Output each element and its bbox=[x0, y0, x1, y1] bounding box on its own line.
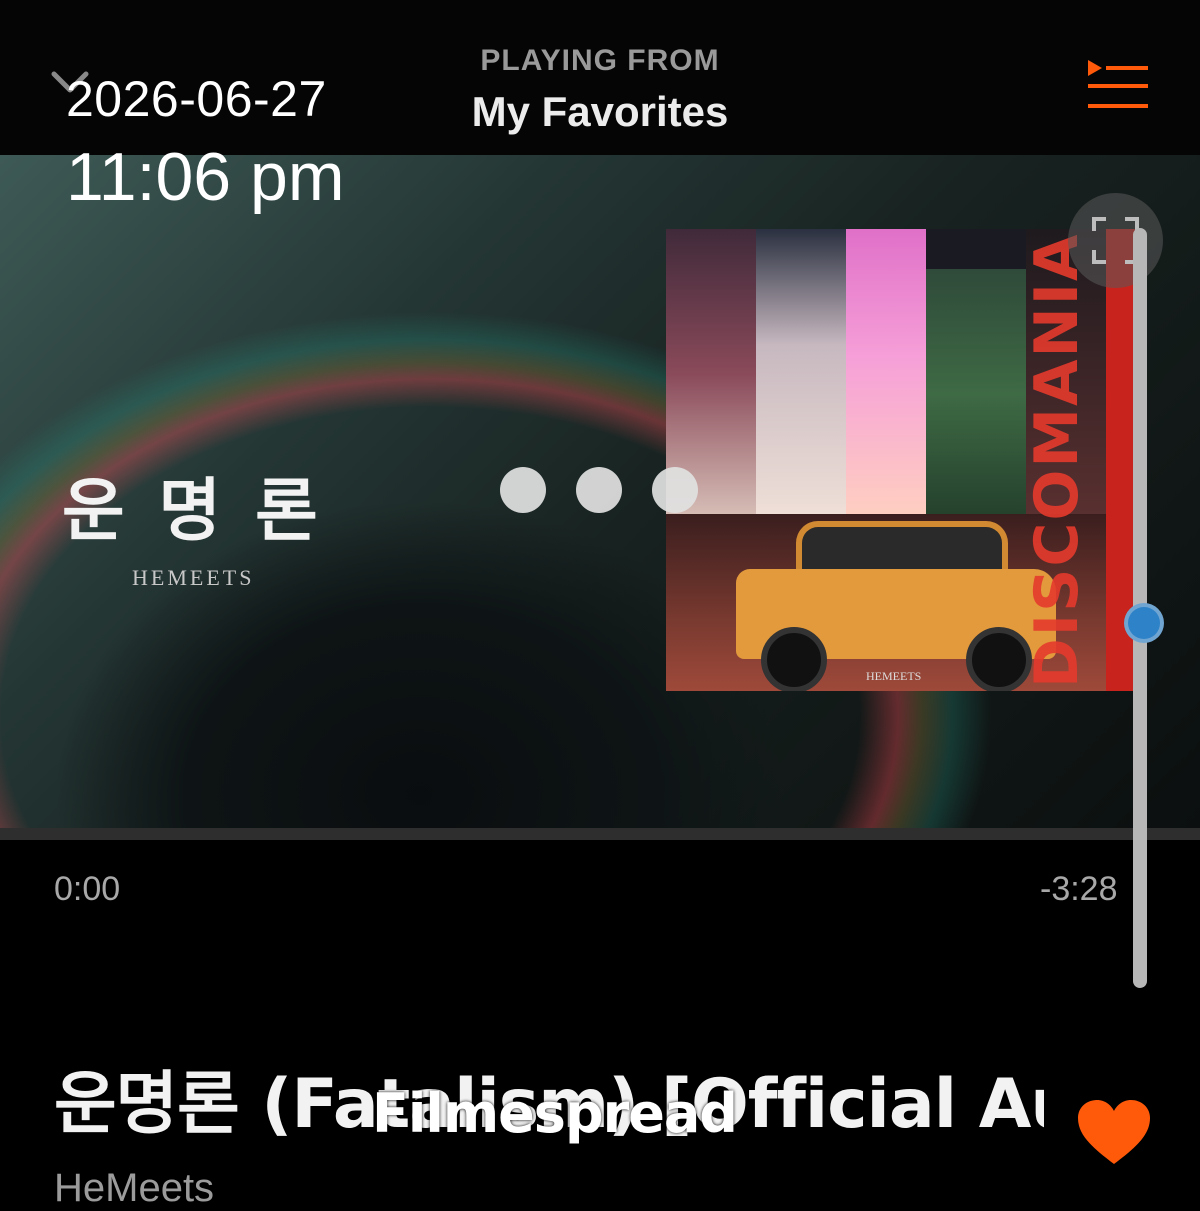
queue-icon[interactable] bbox=[1086, 58, 1150, 112]
watermark-text: Filmespread bbox=[372, 1082, 738, 1145]
volume-slider-thumb[interactable] bbox=[1124, 603, 1164, 643]
elapsed-time: 0:00 bbox=[54, 870, 121, 908]
album-vertical-text: DISCOMANIA bbox=[1022, 232, 1092, 688]
fullscreen-button[interactable] bbox=[1068, 193, 1163, 288]
track-artist[interactable]: HeMeets bbox=[54, 1166, 214, 1211]
music-video-artwork[interactable]: 운명론 HEMEETS DISCOMANIA HEMEETS bbox=[0, 155, 1200, 828]
album-cover: DISCOMANIA HEMEETS bbox=[666, 229, 1138, 691]
fullscreen-icon bbox=[1092, 217, 1139, 264]
video-title-text: 운명론 bbox=[62, 472, 352, 551]
loading-dot bbox=[576, 467, 622, 513]
overlay-time: 11:06 pm bbox=[66, 139, 345, 215]
heart-icon[interactable] bbox=[1076, 1098, 1152, 1166]
album-label: HEMEETS bbox=[866, 669, 922, 683]
loading-dot bbox=[500, 467, 546, 513]
overlay-date: 2026-06-27 bbox=[66, 71, 327, 127]
loading-dot bbox=[652, 467, 698, 513]
remaining-time: -3:28 bbox=[1040, 870, 1118, 908]
video-artist-text: HEMEETS bbox=[132, 565, 255, 590]
playback-progress-bar[interactable] bbox=[0, 828, 1200, 840]
